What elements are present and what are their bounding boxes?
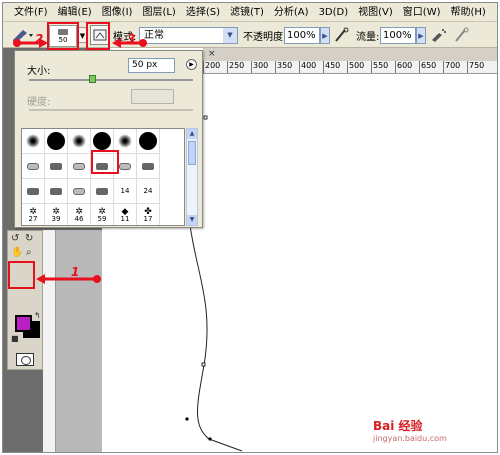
annotation-arrows (13, 38, 147, 284)
baidu-watermark-logo: Bai 经验 jingyan.baidu.com (373, 417, 447, 443)
annotation-label-1: 1 (71, 265, 80, 279)
watermark-url: jingyan.baidu.com (373, 434, 447, 443)
app-window: 文件(F) 编辑(E) 图像(I) 图层(L) 选择(S) 滤镜(T) 分析(A… (2, 2, 498, 453)
annotation-label-2: 2 (35, 32, 44, 46)
watermark-title: Bai 经验 (373, 419, 423, 433)
annotation-label-3: 3 (127, 32, 136, 46)
